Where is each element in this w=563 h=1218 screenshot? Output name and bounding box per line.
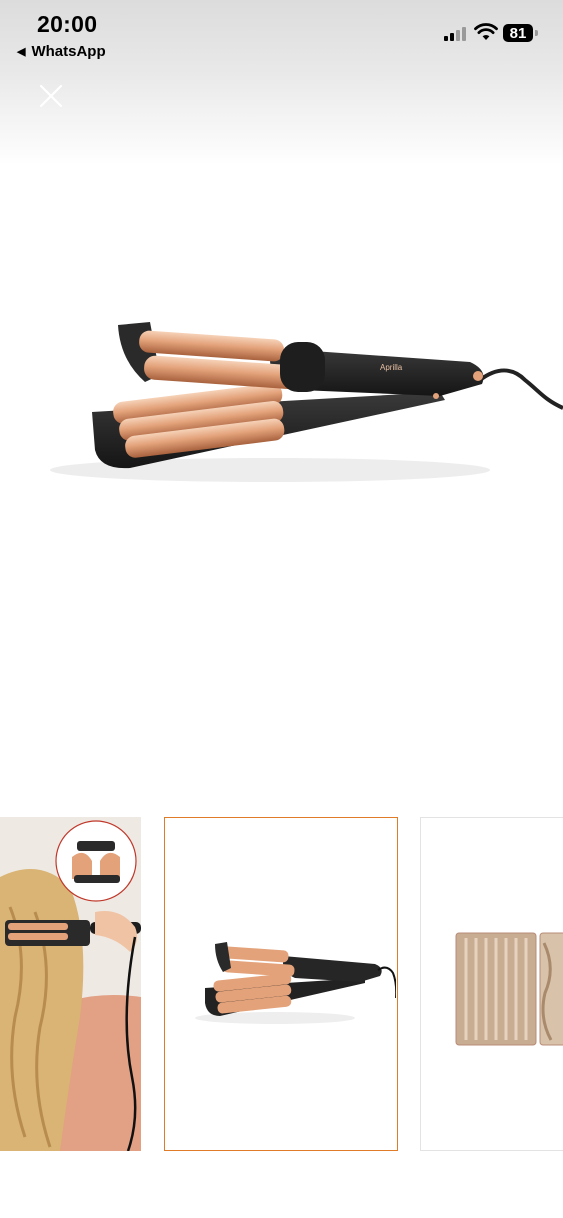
thumbnail-3[interactable]: [420, 817, 563, 1151]
thumbnail-3-image: [421, 818, 563, 1150]
thumbnail-1[interactable]: [0, 817, 141, 1151]
back-app-label: WhatsApp: [31, 43, 106, 60]
thumbnail-2[interactable]: [164, 817, 398, 1151]
wifi-icon: [474, 23, 498, 40]
close-icon[interactable]: [35, 80, 67, 112]
back-arrow-icon: ◀: [17, 46, 26, 58]
battery-level: 81: [509, 24, 527, 42]
thumbnail-2-image: [165, 818, 397, 1149]
main-product-image[interactable]: Aprilla: [0, 300, 563, 490]
battery-cap: [535, 30, 538, 36]
thumbnail-1-image: [0, 817, 141, 1151]
brand-text: Aprilla: [380, 363, 403, 372]
battery-icon: 81: [503, 24, 533, 42]
status-time: 20:00: [37, 11, 98, 37]
back-to-app-link[interactable]: ◀ WhatsApp: [17, 43, 106, 60]
signal-icon: [444, 27, 466, 41]
status-bar: 20:00 ◀ WhatsApp 81: [0, 0, 563, 70]
